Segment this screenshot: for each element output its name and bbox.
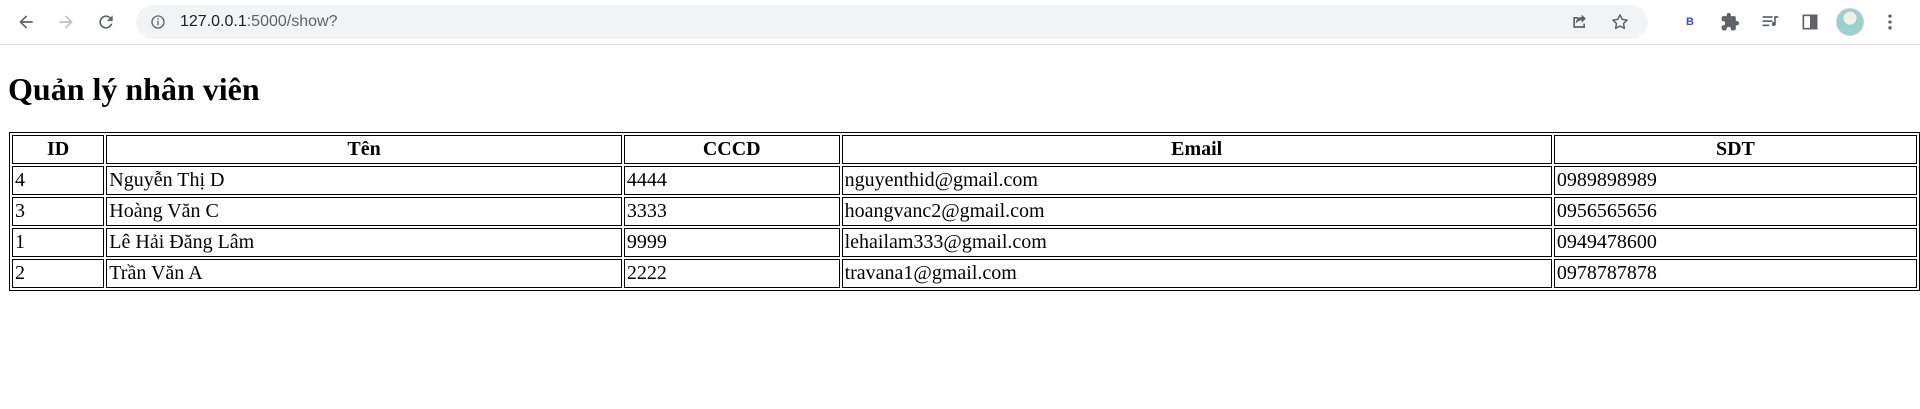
header-email: Email bbox=[841, 134, 1552, 164]
cell-phone: 0978787878 bbox=[1553, 258, 1917, 288]
cell-cccd: 4444 bbox=[623, 165, 840, 195]
puzzle-icon[interactable] bbox=[1710, 5, 1750, 39]
info-icon[interactable] bbox=[150, 14, 166, 30]
reload-button[interactable] bbox=[89, 5, 123, 39]
cell-cccd: 9999 bbox=[623, 227, 840, 257]
menu-kebab-icon[interactable] bbox=[1870, 5, 1910, 39]
arrow-left-icon bbox=[19, 15, 33, 29]
browser-toolbar: 127.0.0.1:5000/show? B bbox=[0, 0, 1920, 45]
cell-email: travana1@gmail.com bbox=[841, 258, 1552, 288]
extensions-area: B bbox=[1670, 5, 1910, 39]
cell-cccd: 2222 bbox=[623, 258, 840, 288]
extension-b-label: B bbox=[1686, 16, 1694, 28]
header-cccd: CCCD bbox=[623, 134, 840, 164]
profile-avatar[interactable] bbox=[1830, 5, 1870, 39]
extension-b-button[interactable]: B bbox=[1670, 5, 1710, 39]
url-host: 127.0.0.1 bbox=[180, 13, 247, 30]
cell-cccd: 3333 bbox=[623, 196, 840, 226]
cell-name: Hoàng Văn C bbox=[106, 196, 622, 226]
cell-phone: 0949478600 bbox=[1553, 227, 1917, 257]
table-row: 4 Nguyễn Thị D 4444 nguyenthid@gmail.com… bbox=[12, 165, 1917, 195]
table-row: 3 Hoàng Văn C 3333 hoangvanc2@gmail.com … bbox=[12, 196, 1917, 226]
cell-id: 3 bbox=[12, 196, 105, 226]
bookmark-star-icon[interactable] bbox=[1600, 5, 1640, 39]
forward-button[interactable] bbox=[49, 5, 83, 39]
cell-email: hoangvanc2@gmail.com bbox=[841, 196, 1552, 226]
cell-name: Nguyễn Thị D bbox=[106, 165, 622, 195]
cell-phone: 0956565656 bbox=[1553, 196, 1917, 226]
header-id: ID bbox=[12, 134, 105, 164]
reload-icon bbox=[99, 15, 113, 29]
cell-name: Trần Văn A bbox=[106, 258, 622, 288]
page-content: Quản lý nhân viên ID Tên CCCD Email SDT … bbox=[0, 71, 1920, 291]
cell-phone: 0989898989 bbox=[1553, 165, 1917, 195]
cell-email: lehailam333@gmail.com bbox=[841, 227, 1552, 257]
url-path: :5000/show? bbox=[246, 13, 338, 30]
cell-email: nguyenthid@gmail.com bbox=[841, 165, 1552, 195]
table-row: 1 Lê Hải Đăng Lâm 9999 lehailam333@gmail… bbox=[12, 227, 1917, 257]
header-phone: SDT bbox=[1553, 134, 1917, 164]
cell-id: 2 bbox=[12, 258, 105, 288]
url-text[interactable]: 127.0.0.1:5000/show? bbox=[180, 13, 337, 31]
table-header-row: ID Tên CCCD Email SDT bbox=[12, 134, 1917, 164]
avatar bbox=[1836, 8, 1864, 36]
page-title: Quản lý nhân viên bbox=[8, 71, 260, 107]
cell-name: Lê Hải Đăng Lâm bbox=[106, 227, 622, 257]
cell-id: 1 bbox=[12, 227, 105, 257]
side-panel-icon[interactable] bbox=[1790, 5, 1830, 39]
cell-id: 4 bbox=[12, 165, 105, 195]
table-row: 2 Trần Văn A 2222 travana1@gmail.com 097… bbox=[12, 258, 1917, 288]
reading-list-icon[interactable] bbox=[1750, 5, 1790, 39]
employee-table: ID Tên CCCD Email SDT 4 Nguyễn Thị D 444… bbox=[9, 131, 1920, 291]
header-name: Tên bbox=[106, 134, 622, 164]
address-bar[interactable]: 127.0.0.1:5000/show? bbox=[136, 5, 1648, 39]
share-icon[interactable] bbox=[1560, 5, 1600, 39]
back-button[interactable] bbox=[9, 5, 43, 39]
arrow-right-icon bbox=[59, 15, 73, 29]
